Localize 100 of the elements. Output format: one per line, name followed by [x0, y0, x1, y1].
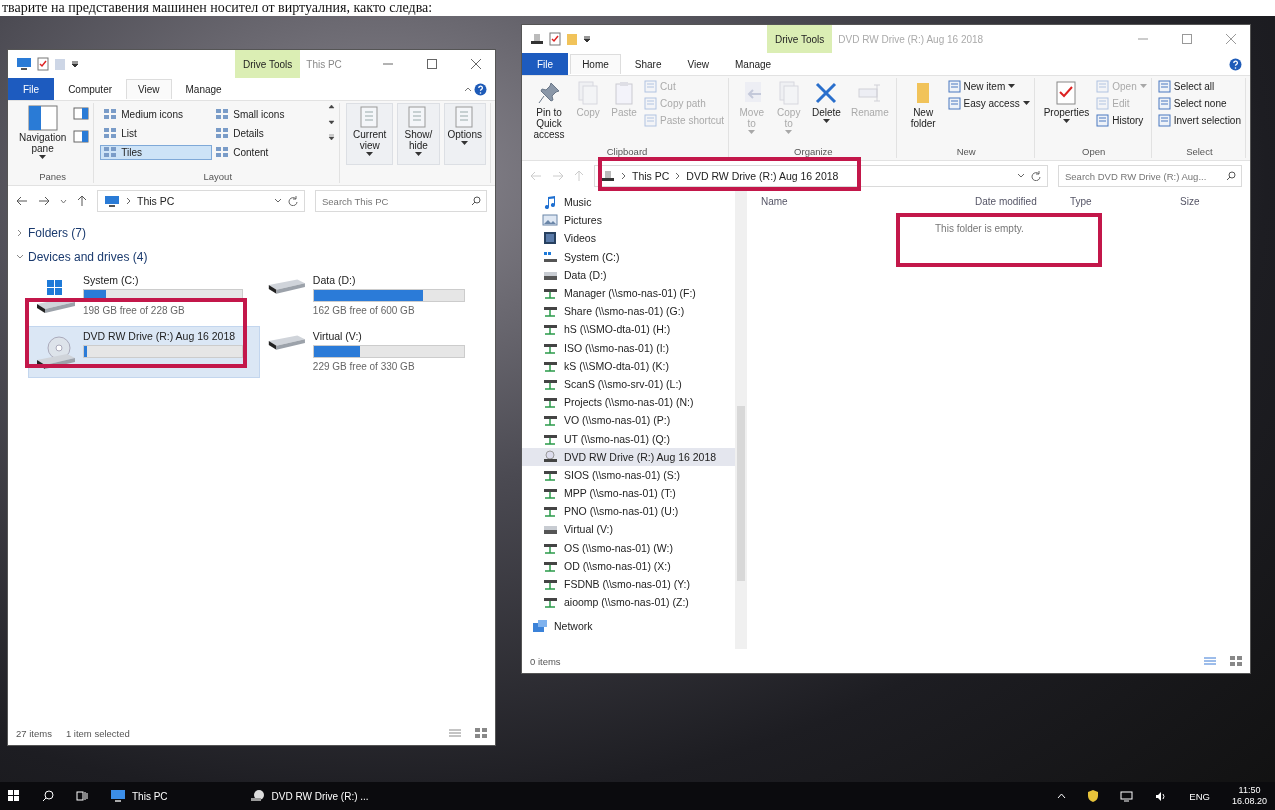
search-field[interactable]: Search DVD RW Drive (R:) Aug...	[1058, 165, 1242, 187]
drive-icon[interactable]	[530, 32, 544, 46]
drive-tile[interactable]: Data (D:) 162 GB free of 600 GB	[260, 270, 470, 322]
search-icon[interactable]	[42, 790, 54, 802]
maximize-icon[interactable]	[427, 59, 437, 69]
nav-item[interactable]: System (C:)	[522, 247, 735, 266]
ribbon-tab[interactable]: File	[8, 78, 55, 100]
close-icon[interactable]	[471, 59, 481, 69]
taskbar-item[interactable]: DVD RW Drive (R:) ...	[249, 789, 369, 803]
checklist-icon[interactable]	[549, 32, 561, 46]
ribbon-button[interactable]: New folder	[902, 78, 944, 131]
ribbon-button[interactable]: Select none	[1157, 97, 1241, 110]
nav-item[interactable]: Share (\\smo-nas-01) (G:)	[522, 302, 735, 321]
section-header[interactable]: Devices and drives (4)	[16, 246, 487, 268]
forward-arrow-icon[interactable]	[38, 196, 50, 206]
view-button[interactable]: Current view	[346, 103, 394, 165]
collapse-caret-icon[interactable]	[464, 86, 472, 92]
nav-item[interactable]: Virtual (V:)	[522, 520, 735, 539]
ribbon-tab[interactable]: Home	[570, 54, 621, 74]
nav-item[interactable]: ScanS (\\smo-srv-01) (L:)	[522, 374, 735, 394]
nav-item[interactable]: kS (\\SMO-dta-01) (K:)	[522, 356, 735, 375]
gallery-scroll-icon[interactable]	[328, 103, 336, 143]
task-view-icon[interactable]	[76, 790, 88, 802]
nav-item[interactable]: Pictures	[522, 211, 735, 230]
view-button[interactable]: Options	[443, 103, 486, 165]
nav-item[interactable]: SIOS (\\smo-nas-01) (S:)	[522, 465, 735, 484]
shield-icon[interactable]	[1088, 790, 1099, 802]
address-bar[interactable]: This PC	[97, 190, 305, 212]
layout-option[interactable]: List	[100, 126, 213, 141]
drive-tile[interactable]: Virtual (V:) 229 GB free of 330 GB	[260, 326, 470, 378]
ribbon-button[interactable]: Delete	[809, 78, 844, 126]
layout-option[interactable]: Tiles	[100, 145, 213, 160]
scrollbar[interactable]	[735, 191, 747, 649]
ribbon-button[interactable]: Properties	[1040, 78, 1093, 126]
nav-item[interactable]: OD (\\smo-nas-01) (X:)	[522, 556, 735, 575]
network-icon[interactable]	[1120, 790, 1134, 802]
language-indicator[interactable]: ENG	[1189, 790, 1210, 802]
dropdown-icon[interactable]	[583, 34, 591, 44]
column-header[interactable]: Size	[1180, 195, 1200, 207]
ribbon-tab[interactable]: View	[675, 54, 721, 74]
nav-item[interactable]: DVD RW Drive (R:) Aug 16 2018	[522, 447, 735, 466]
ribbon-tab[interactable]: View	[126, 79, 172, 99]
nav-item[interactable]: Videos	[522, 229, 735, 248]
tray-caret-icon[interactable]	[1057, 793, 1067, 799]
search-field[interactable]: Search This PC	[315, 190, 487, 212]
tiles-view-icon[interactable]	[1230, 656, 1242, 666]
nav-item[interactable]: Data (D:)	[522, 265, 735, 284]
ribbon-button[interactable]: History	[1096, 114, 1147, 127]
ribbon-button[interactable]: New item	[947, 80, 1030, 93]
address-bar[interactable]: This PC DVD RW Drive (R:) Aug 16 2018	[594, 165, 1048, 187]
tiles-view-icon[interactable]	[475, 728, 487, 738]
nav-item[interactable]: OS (\\smo-nas-01) (W:)	[522, 538, 735, 557]
maximize-icon[interactable]	[1182, 34, 1192, 44]
speaker-icon[interactable]	[1155, 790, 1168, 802]
navigation-pane-button[interactable]: Navigation pane	[16, 103, 70, 162]
ribbon-tab[interactable]: Manage	[723, 54, 784, 74]
recent-caret-icon[interactable]	[60, 198, 67, 204]
dropdown-icon[interactable]	[71, 59, 79, 69]
layout-option[interactable]: Small icons	[212, 107, 325, 122]
context-tab[interactable]: Drive Tools	[767, 25, 833, 53]
nav-item[interactable]: VO (\\smo-nas-01) (P:)	[522, 411, 735, 430]
nav-item[interactable]: Manager (\\smo-nas-01) (F:)	[522, 283, 735, 303]
nav-item[interactable]: aioomp (\\smo-nas-01) (Z:)	[522, 593, 735, 612]
drive-tile[interactable]: DVD RW Drive (R:) Aug 16 2018	[28, 326, 260, 378]
nav-item[interactable]: UT (\\smo-nas-01) (Q:)	[522, 429, 735, 448]
details-pane-icon[interactable]	[73, 130, 90, 143]
context-tab[interactable]: Drive Tools	[235, 50, 301, 78]
nav-item[interactable]: MPP (\\smo-nas-01) (T:)	[522, 484, 735, 503]
ribbon-button[interactable]: Select all	[1157, 80, 1241, 93]
nav-item[interactable]: hS (\\SMO-dta-01) (H:)	[522, 320, 735, 339]
nav-item[interactable]: Projects (\\smo-nas-01) (N:)	[522, 393, 735, 412]
ribbon-button[interactable]: Pin to Quick access	[530, 78, 569, 142]
column-header[interactable]: Type	[1070, 195, 1180, 207]
help-icon[interactable]	[1229, 57, 1242, 71]
help-icon[interactable]	[474, 82, 487, 96]
start-icon[interactable]	[8, 790, 20, 802]
preview-pane-icon[interactable]	[73, 107, 90, 120]
nav-item[interactable]: ISO (\\smo-nas-01) (I:)	[522, 338, 735, 357]
computer-icon[interactable]	[16, 57, 32, 71]
ribbon-button[interactable]: Invert selection	[1157, 114, 1241, 127]
nav-item[interactable]: FSDNB (\\smo-nas-01) (Y:)	[522, 574, 735, 594]
nav-item[interactable]: Music	[522, 193, 735, 212]
view-button[interactable]: Show/ hide	[397, 103, 440, 165]
ribbon-tab[interactable]: Computer	[56, 79, 125, 99]
checklist-icon[interactable]	[37, 57, 49, 71]
nav-item[interactable]: PNO (\\smo-nas-01) (U:)	[522, 502, 735, 521]
clock[interactable]: 11:50 16.08.20	[1231, 785, 1267, 807]
ribbon-tab[interactable]: Share	[622, 54, 674, 74]
layout-option[interactable]: Medium icons	[100, 107, 213, 122]
section-header[interactable]: Folders (7)	[16, 222, 487, 244]
back-arrow-icon[interactable]	[16, 196, 28, 206]
up-arrow-icon[interactable]	[77, 195, 87, 207]
close-icon[interactable]	[1226, 34, 1236, 44]
layout-option[interactable]: Content	[212, 145, 325, 160]
nav-item[interactable]: Network	[522, 617, 735, 636]
ribbon-button[interactable]: Easy access	[947, 97, 1030, 110]
layout-option[interactable]: Details	[212, 126, 325, 141]
column-header[interactable]: Name	[761, 195, 975, 207]
column-header[interactable]: Date modified	[975, 195, 1070, 207]
drive-tile[interactable]: System (C:) 198 GB free of 228 GB	[28, 270, 260, 322]
